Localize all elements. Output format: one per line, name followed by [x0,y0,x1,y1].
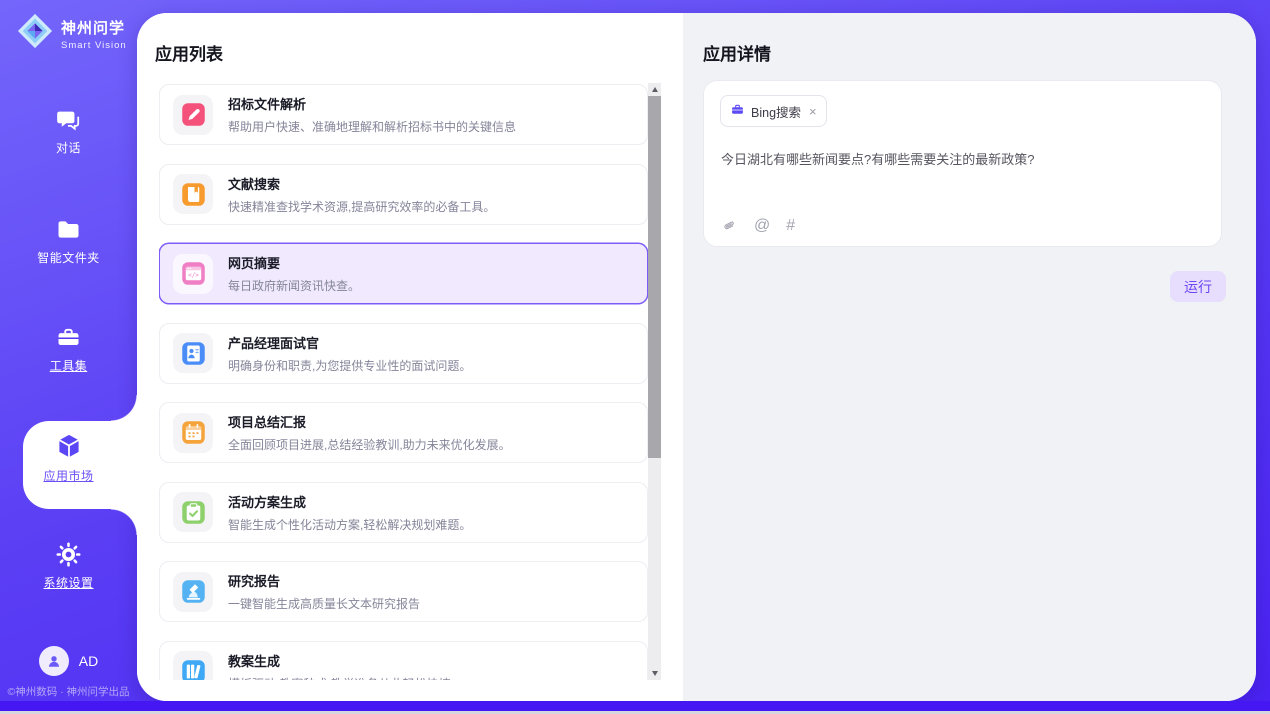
app-card-title: 活动方案生成 [228,492,471,511]
window-bottom-edge [0,701,1270,711]
query-text[interactable]: 今日湖北有哪些新闻要点?有哪些需要关注的最新政策? [721,150,1201,170]
brand-diamond-icon [16,12,54,55]
app-card-literature-search[interactable]: 文献搜索快速精准查找学术资源,提高研究效率的必备工具。 [159,164,648,225]
web-summary-icon: </> [173,254,213,294]
active-nav-curve-top [111,395,137,421]
sidebar-item-label: 智能文件夹 [0,249,137,266]
app-card-title: 研究报告 [228,571,420,590]
main-content: 应用列表 招标文件解析帮助用户快速、准确地理解和解析招标书中的关键信息文献搜索快… [137,13,1256,701]
event-plan-icon [173,492,213,532]
briefcase-icon [730,102,745,120]
app-card-description: 每日政府新闻资讯快查。 [228,277,360,294]
literature-search-icon [173,174,213,214]
copyright-footer: ©神州数码 · 神州问学出品 [0,684,137,699]
research-report-icon [173,572,213,612]
brand-name: 神州问学 [61,17,127,38]
app-card-tender-parse[interactable]: 招标文件解析帮助用户快速、准确地理解和解析招标书中的关键信息 [159,84,648,145]
app-card-title: 产品经理面试官 [228,333,471,352]
user-initials: AD [79,653,98,669]
app-card-project-summary[interactable]: 项目总结汇报全面回顾项目进展,总结经验教训,助力未来优化发展。 [159,402,648,463]
brand-tagline: Smart Vision [61,40,127,51]
sidebar-item-label: 应用市场 [0,467,137,484]
tool-tag-bing-search[interactable]: Bing搜索 × [720,95,827,127]
sidebar-item-label: 对话 [0,139,137,156]
scroll-up-icon[interactable] [648,83,661,96]
project-summary-icon [173,413,213,453]
app-card-lesson-plan[interactable]: 教案生成模板驱动,教案秒成,教学准备从此轻松快捷 [159,641,648,681]
sidebar-item-label: 工具集 [0,357,137,374]
app-run-card: Bing搜索 × 今日湖北有哪些新闻要点?有哪些需要关注的最新政策? @ # [703,80,1222,247]
app-window: 神州问学 Smart Vision 对话智能文件夹工具集应用市场系统设置 AD … [0,0,1270,714]
mention-icon[interactable]: @ [754,217,770,235]
composer-toolbar: @ # [721,217,795,235]
sidebar-item-chat[interactable]: 对话 [0,106,137,156]
tender-parse-icon [173,95,213,135]
settings-gear-icon [0,541,137,568]
app-card-title: 文献搜索 [228,174,495,193]
app-detail-title: 应用详情 [703,40,771,65]
sidebar-item-settings-gear[interactable]: 系统设置 [0,541,137,591]
app-card-title: 招标文件解析 [228,94,516,113]
avatar [39,646,69,676]
close-icon[interactable]: × [809,104,817,119]
hashtag-icon[interactable]: # [786,217,795,235]
smart-folder-icon [0,216,137,243]
sidebar-item-toolbox[interactable]: 工具集 [0,324,137,374]
app-list-title: 应用列表 [155,40,223,65]
toolbox-icon [0,324,137,351]
app-card-research-report[interactable]: 研究报告一键智能生成高质量长文本研究报告 [159,561,648,622]
user-account[interactable]: AD [0,646,137,676]
svg-text:</>: </> [188,272,199,279]
chat-icon [0,106,137,133]
sidebar-item-smart-folder[interactable]: 智能文件夹 [0,216,137,266]
app-list-pane: 应用列表 招标文件解析帮助用户快速、准确地理解和解析招标书中的关键信息文献搜索快… [137,13,683,701]
app-card-description: 模板驱动,教案秒成,教学准备从此轻松快捷 [228,675,451,681]
app-card-title: 项目总结汇报 [228,412,511,431]
run-button[interactable]: 运行 [1170,271,1226,302]
app-card-event-plan[interactable]: 活动方案生成智能生成个性化活动方案,轻松解决规划难题。 [159,482,648,543]
app-card-web-summary[interactable]: </> 网页摘要每日政府新闻资讯快查。 [159,243,648,304]
app-list-scrollbar[interactable] [648,83,661,680]
scroll-down-icon[interactable] [648,667,661,680]
app-card-title: 教案生成 [228,651,451,670]
app-card-description: 全面回顾项目进展,总结经验教训,助力未来优化发展。 [228,436,511,453]
sidebar: 神州问学 Smart Vision 对话智能文件夹工具集应用市场系统设置 AD … [0,0,137,700]
scrollbar-thumb[interactable] [648,96,661,458]
sidebar-item-app-market[interactable]: 应用市场 [0,431,137,484]
pm-interviewer-icon [173,333,213,373]
app-card-description: 快速精准查找学术资源,提高研究效率的必备工具。 [228,198,495,215]
tool-tag-label: Bing搜索 [751,102,801,121]
lesson-plan-icon [173,651,213,680]
app-detail-pane: 应用详情 Bing搜索 × 今日湖北有哪些新闻要点?有哪些需要关注的最新政策? [683,13,1256,701]
app-list: 招标文件解析帮助用户快速、准确地理解和解析招标书中的关键信息文献搜索快速精准查找… [159,83,648,680]
brand-text: 神州问学 Smart Vision [61,17,127,51]
active-nav-curve-bottom [111,509,137,535]
app-card-description: 一键智能生成高质量长文本研究报告 [228,595,420,612]
app-card-pm-interviewer[interactable]: 产品经理面试官明确身份和职责,为您提供专业性的面试问题。 [159,323,648,384]
app-card-description: 智能生成个性化活动方案,轻松解决规划难题。 [228,516,471,533]
app-market-icon [0,431,137,461]
app-card-description: 帮助用户快速、准确地理解和解析招标书中的关键信息 [228,118,516,135]
attachment-icon[interactable] [721,218,738,235]
sidebar-item-label: 系统设置 [0,574,137,591]
brand-logo: 神州问学 Smart Vision [16,12,127,55]
app-card-description: 明确身份和职责,为您提供专业性的面试问题。 [228,357,471,374]
app-card-title: 网页摘要 [228,253,360,272]
